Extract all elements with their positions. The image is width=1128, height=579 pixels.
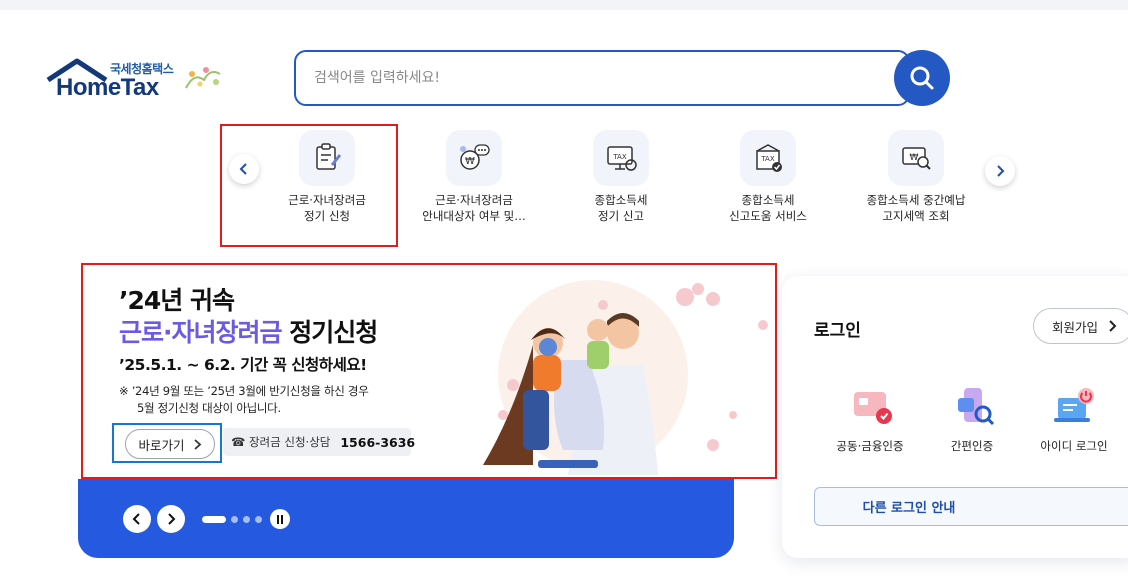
carousel-prev-button[interactable] [123, 505, 151, 533]
signup-button[interactable]: 회원가입 [1033, 308, 1128, 344]
chevron-right-icon [193, 438, 201, 450]
banner-go-label: 바로가기 [138, 437, 185, 453]
quick-menu-next-button[interactable] [985, 156, 1015, 186]
other-login-label: 다른 로그인 안내 [862, 501, 956, 516]
login-panel: 로그인 회원가입 공동·금융인증 간편인증 아이디 로그인 다른 로그인 안내 [782, 276, 1128, 558]
chevron-left-icon [132, 513, 140, 525]
chevron-right-icon [1109, 320, 1117, 332]
phone-auth-icon [958, 388, 995, 426]
carousel-pause-button[interactable] [270, 509, 290, 529]
svg-text:TAX: TAX [760, 155, 775, 163]
family-illustration [483, 280, 768, 475]
banner-title-line1: ’24년 귀속 [119, 286, 235, 315]
pause-icon [277, 514, 283, 524]
hometax-logo[interactable]: 국세청홈택스 HomeTax [44, 56, 234, 102]
search-box [294, 50, 910, 106]
banner-title-line2: 근로·자녀장려금 정기신청 [119, 318, 378, 347]
contact-label: ☎ 장려금 신청·상담 [231, 435, 331, 449]
won-chat-icon: ₩ [446, 130, 502, 186]
banner-note-line2: 5월 정기신청 대상이 아닙니다. [137, 401, 281, 415]
login-option-label: 아이디 로그인 [1040, 439, 1108, 453]
quick-menu-item[interactable]: TAX 종합소득세 정기 신고 [546, 128, 696, 238]
quick-menu-item[interactable]: TAX 종합소득세 신고도움 서비스 [693, 128, 843, 238]
quick-menu-label: 종합소득세 정기 신고 [594, 193, 648, 223]
carousel-next-button[interactable] [157, 505, 185, 533]
login-option-id[interactable]: 아이디 로그인 [1019, 380, 1128, 460]
logo-title: HomeTax [56, 74, 159, 101]
svg-text:TAX: TAX [612, 153, 627, 161]
search-input[interactable] [314, 64, 884, 92]
carousel-dot-active[interactable] [202, 516, 226, 523]
search-button[interactable] [894, 50, 950, 106]
main-banner[interactable]: ’24년 귀속 근로·자녀장려금 정기신청 ’25.5.1. ~ 6.2. 기간… [83, 265, 775, 477]
chevron-right-icon [168, 513, 176, 525]
carousel-dot[interactable] [231, 516, 238, 523]
banner-note-line1: ※ ’24년 9월 또는 ’25년 3월에 반기신청을 하신 경우 [119, 384, 369, 398]
signup-label: 회원가입 [1052, 319, 1099, 335]
document-pen-icon [299, 130, 355, 186]
top-utility-bar [0, 0, 1128, 10]
certificate-card-icon [854, 392, 892, 424]
banner-period: ’25.5.1. ~ 6.2. 기간 꼭 신청하세요! [119, 356, 367, 374]
login-option-certificate[interactable]: 공동·금융인증 [815, 380, 925, 460]
svg-text:₩: ₩ [465, 156, 475, 167]
contact-number: 1566-3636 [340, 434, 416, 450]
svg-text:₩: ₩ [910, 153, 919, 163]
login-title: 로그인 [814, 321, 861, 341]
chevron-right-icon [997, 165, 1005, 177]
quick-menu-item[interactable]: ₩ 근로·자녀장려금 안내대상자 여부 및… [399, 128, 549, 238]
chevron-left-icon [239, 163, 247, 175]
tax-check-icon: TAX [740, 130, 796, 186]
flower-decoration-icon [185, 67, 221, 89]
search-icon [910, 66, 934, 90]
quick-menu-label: 종합소득세 신고도움 서비스 [729, 193, 807, 223]
banner-go-button[interactable]: 바로가기 [125, 429, 215, 459]
quick-menu-item[interactable]: ₩ 종합소득세 중간예납 고지세액 조회 [841, 128, 991, 238]
login-option-label: 공동·금융인증 [836, 439, 904, 453]
carousel-dot[interactable] [243, 516, 250, 523]
won-search-icon: ₩ [888, 130, 944, 186]
tax-monitor-icon: TAX [593, 130, 649, 186]
login-option-simple-auth[interactable]: 간편인증 [917, 380, 1027, 460]
other-login-guide-button[interactable]: 다른 로그인 안내 [814, 487, 1128, 526]
carousel-dot[interactable] [255, 516, 262, 523]
quick-menu-item[interactable]: 근로·자녀장려금 정기 신청 [252, 128, 402, 238]
banner-contact: ☎ 장려금 신청·상담 1566-3636 [223, 428, 415, 456]
quick-menu-label: 근로·자녀장려금 정기 신청 [288, 193, 366, 223]
quick-menu-label: 종합소득세 중간예납 고지세액 조회 [866, 193, 966, 223]
laptop-power-icon [1054, 388, 1094, 422]
login-option-label: 간편인증 [950, 439, 994, 453]
quick-menu-label: 근로·자녀장려금 안내대상자 여부 및… [422, 193, 526, 223]
